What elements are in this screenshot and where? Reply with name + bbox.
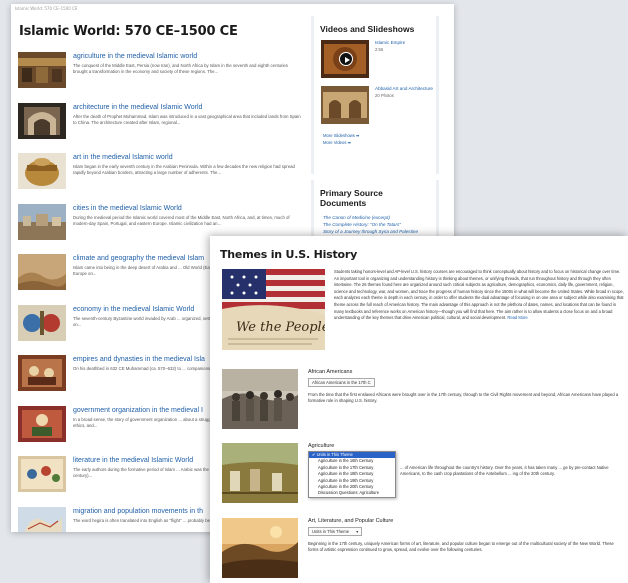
article-thumbnail[interactable] [18, 456, 66, 492]
svg-text:We the People: We the People [236, 320, 325, 335]
primary-sources-panel: Primary Source Documents The Canon of Me… [311, 180, 439, 240]
theme-image[interactable] [222, 518, 298, 578]
theme-description: Beginning in the 17th century, uniquely … [308, 541, 614, 553]
dropdown-option[interactable]: Discussion Questions: Agriculture [309, 490, 395, 496]
page-title: Themes in U.S. History [220, 248, 358, 261]
article-thumbnail[interactable] [18, 355, 66, 391]
article-snippet: After the death of Prophet Muhammad, Isl… [73, 113, 301, 125]
theme-agriculture: Agriculture ... of American life through… [222, 443, 626, 509]
intro-paragraph: Students taking honors-level and AP-leve… [334, 269, 624, 321]
article-thumbnail[interactable] [18, 304, 66, 341]
more-videos-link[interactable]: More Videos ➡ [323, 139, 436, 146]
hero-image-flag-constitution: We the People [222, 269, 325, 350]
slideshow-item[interactable]: Abbasid Art and Architecture 20 Photos [320, 86, 433, 132]
article-thumbnail[interactable] [18, 153, 66, 189]
videos-heading: Videos and Slideshows [320, 24, 415, 34]
play-icon[interactable] [339, 52, 353, 66]
theme-image[interactable] [222, 369, 298, 429]
list-item: art in the medieval Islamic world Islam b… [18, 153, 304, 204]
article-thumbnail[interactable] [18, 506, 66, 533]
primary-source-link[interactable]: The Complete History: "On the Tatars" [323, 221, 436, 228]
article-snippet: During the medieval period the Islamic w… [73, 214, 290, 226]
intro-text: Students taking honors-level and AP-leve… [334, 269, 626, 322]
video-item[interactable]: Islamic Empire 2:55 [320, 40, 433, 86]
article-thumbnail[interactable] [18, 254, 66, 290]
article-snippet: The conquest of the Middle East, Persia … [73, 63, 288, 75]
theme-title: Art, Literature, and Popular Culture [308, 518, 394, 524]
units-select-value: Units in This Theme [312, 529, 350, 534]
units-dropdown-open[interactable]: ✔ Units in This Theme Agriculture in the… [308, 451, 396, 498]
theme-description: From the time that the first enslaved Af… [308, 392, 619, 404]
page-title: Islamic World: 570 CE–1500 CE [19, 24, 238, 39]
article-link[interactable]: art in the medieval Islamic world [73, 153, 303, 162]
units-select[interactable]: Units in This Theme ▾ [308, 527, 363, 536]
theme-title: African Americans [308, 369, 353, 375]
slideshow-count: 20 Photos [375, 93, 394, 98]
theme-african-americans: African Americans African Americans in t… [222, 369, 626, 431]
article-link[interactable]: architecture in the medieval Islamic Wor… [73, 103, 303, 112]
article-snippet: Islam began in the early seventh century… [73, 164, 295, 176]
theme-image[interactable] [222, 443, 298, 503]
theme-art-literature: Art, Literature, and Popular Culture Uni… [222, 518, 626, 580]
window-header-strip: Islamic World: 570 CE–1500 CE [15, 6, 78, 11]
slideshow-title[interactable]: Abbasid Art and Architecture [375, 86, 445, 91]
article-thumbnail[interactable] [18, 203, 66, 240]
theme-title: Agriculture [308, 443, 335, 449]
article-thumbnail[interactable] [18, 52, 66, 88]
article-thumbnail[interactable] [18, 102, 66, 139]
slideshow-thumbnail[interactable] [321, 86, 369, 124]
article-link[interactable]: cities in the medieval Islamic World [73, 204, 303, 213]
list-item: architecture in the medieval Islamic Wor… [18, 102, 304, 154]
primary-source-link[interactable]: Story of a Journey through Syria and Pal… [323, 228, 436, 235]
primary-source-link[interactable]: The Canon of Medicine (excerpt) [323, 214, 436, 221]
article-thumbnail[interactable] [18, 405, 66, 442]
more-slideshows-link[interactable]: More Slideshows ➡ [323, 132, 436, 139]
video-title[interactable]: Islamic Empire [375, 40, 445, 45]
read-more-link[interactable]: Read More [507, 315, 527, 320]
us-history-themes-window: Themes in U.S. History We the People Stu… [210, 236, 628, 583]
units-select[interactable]: African Americans in the 17th C [308, 378, 375, 387]
list-item: agriculture in the medieval Islamic worl… [18, 52, 304, 103]
theme-description: ... of American life throughout the coun… [400, 465, 609, 477]
article-link[interactable]: agriculture in the medieval Islamic worl… [73, 52, 303, 61]
videos-panel: Videos and Slideshows Islamic Empire 2:5… [311, 16, 439, 174]
primary-sources-heading: Primary Source Documents [320, 188, 383, 208]
chevron-down-icon: ▾ [356, 529, 359, 534]
video-duration: 2:55 [375, 47, 384, 52]
